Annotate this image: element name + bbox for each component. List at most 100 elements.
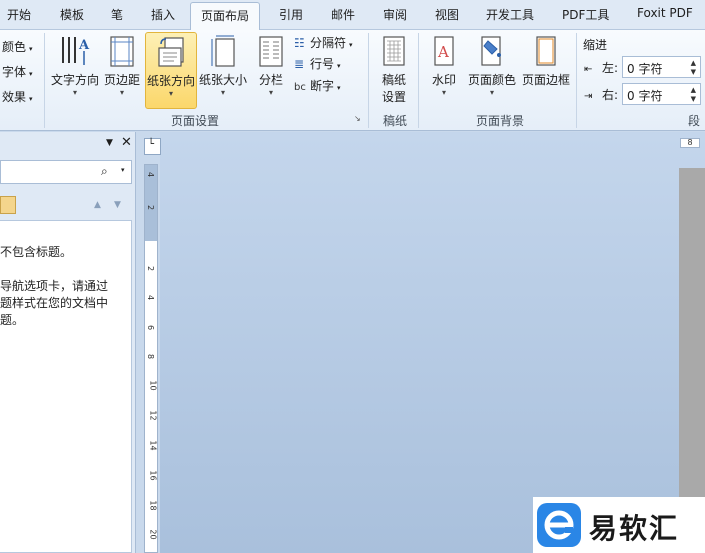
page-borders-icon xyxy=(536,36,556,66)
hyphenation-button[interactable]: bc 断字 ▾ xyxy=(294,77,341,95)
tab-review[interactable]: 审阅 xyxy=(383,6,407,24)
theme-colors-label: 颜色 xyxy=(2,40,27,54)
dropdown-arrow-icon: ▾ xyxy=(441,88,446,97)
dropdown-arrow-icon: ▾ xyxy=(220,88,225,97)
group-separator xyxy=(44,33,45,128)
margins-icon xyxy=(110,36,134,67)
spin-up-icon[interactable]: ▲ xyxy=(691,59,696,67)
line-numbers-icon: ≣ xyxy=(294,57,305,71)
brand-logo-icon xyxy=(537,503,581,547)
vertical-ruler[interactable]: 4 2 2 4 6 8 10 12 14 16 18 20 xyxy=(144,164,158,553)
navigation-search-input[interactable]: ⌕ ▾ xyxy=(0,160,132,184)
tab-home[interactable]: 开始 xyxy=(7,6,31,24)
theme-fonts-label: 字体 xyxy=(2,65,27,79)
ruler-tick: 4 xyxy=(146,171,156,178)
tab-developer[interactable]: 开发工具 xyxy=(486,6,534,24)
theme-colors-button[interactable]: 颜色 ▾ xyxy=(2,38,33,56)
spin-down-icon[interactable]: ▼ xyxy=(691,68,696,76)
orientation-button[interactable]: 纸张方向 ▾ xyxy=(145,32,197,109)
tab-pen[interactable]: 笔 xyxy=(111,6,123,24)
tab-templates[interactable]: 模板 xyxy=(60,6,84,24)
document-workspace xyxy=(160,132,705,553)
tab-selector-icon[interactable]: └ xyxy=(144,138,161,155)
breaks-icon: ☷ xyxy=(294,36,305,50)
ruler-tick: 6 xyxy=(146,324,156,331)
line-numbers-label: 行号 xyxy=(310,57,335,71)
tab-stop-icon: └ xyxy=(148,139,155,150)
page-setup-launcher-icon[interactable]: ↘ xyxy=(354,114,361,123)
hyphenation-label: 断字 xyxy=(310,79,335,93)
tab-pdf-tools[interactable]: PDF工具 xyxy=(562,6,609,24)
pane-menu-arrow-icon[interactable]: ▼ xyxy=(106,138,113,148)
tab-view[interactable]: 视图 xyxy=(435,6,459,24)
indent-right-spinner[interactable]: 0 字符 ▲ ▼ xyxy=(622,83,701,105)
watermark-label: 水印 xyxy=(431,73,456,87)
page-color-icon xyxy=(481,36,501,66)
search-dropdown-icon[interactable]: ▾ xyxy=(121,166,125,174)
columns-button[interactable]: 分栏 ▾ xyxy=(254,32,288,107)
nav-view-results-tab-icon[interactable] xyxy=(0,196,16,214)
text-direction-label: 文字方向 xyxy=(50,73,99,87)
indent-right-value: 0 字符 xyxy=(627,89,663,103)
dropdown-arrow-icon: ▾ xyxy=(29,70,33,78)
svg-text:A: A xyxy=(78,38,90,53)
columns-label: 分栏 xyxy=(258,73,283,87)
indent-right-icon: ⇥ xyxy=(584,91,593,102)
columns-icon xyxy=(259,36,283,67)
dropdown-arrow-icon: ▾ xyxy=(337,62,341,70)
breaks-button[interactable]: ☷ 分隔符 ▾ xyxy=(294,34,353,52)
spin-down-icon[interactable]: ▼ xyxy=(691,95,696,103)
ruler-tick: 12 xyxy=(148,410,158,421)
tab-foxit-pdf[interactable]: Foxit PDF xyxy=(637,6,693,24)
nav-message-line: 题样式在您的文档中 xyxy=(0,296,109,310)
group-separator xyxy=(368,33,369,128)
group-separator xyxy=(418,33,419,128)
indent-right-label-row: ⇥ 右: xyxy=(584,86,618,104)
watermark-button[interactable]: A 水印 ▾ xyxy=(426,32,462,107)
next-heading-icon[interactable]: ▼ xyxy=(114,200,121,210)
hyphenation-icon: bc xyxy=(294,82,306,93)
indent-left-spinner[interactable]: 0 字符 ▲ ▼ xyxy=(622,56,701,78)
dropdown-arrow-icon: ▾ xyxy=(29,95,33,103)
text-direction-button[interactable]: A 文字方向 ▾ xyxy=(50,32,100,107)
indent-left-label: 左: xyxy=(602,61,619,75)
page-background-group-label: 页面背景 xyxy=(475,114,524,128)
theme-fonts-button[interactable]: 字体 ▾ xyxy=(2,63,33,81)
tab-page-layout[interactable]: 页面布局 xyxy=(190,2,261,31)
theme-effects-button[interactable]: 效果 ▾ xyxy=(2,88,33,106)
navigation-pane: ▼ ✕ ⌕ ▾ ▲ ▼ 不包含标题。 导航选项卡，请通过 题样式在您的文档中 题… xyxy=(0,132,136,553)
horizontal-ruler-mark: 8 xyxy=(680,138,700,148)
page-color-button[interactable]: 页面颜色 ▾ xyxy=(466,32,518,107)
ruler-tick: 10 xyxy=(148,380,158,391)
orientation-label: 纸张方向 xyxy=(146,74,195,88)
ribbon: 颜色 ▾ 字体 ▾ 效果 ▾ A 文字方向 ▾ 页边距 ▾ 纸张方向 ▾ 纸张大… xyxy=(0,30,705,131)
page-borders-button[interactable]: 页面边框 xyxy=(520,32,572,107)
ribbon-tab-bar: 开始 模板 笔 插入 页面布局 引用 邮件 审阅 视图 开发工具 PDF工具 F… xyxy=(0,0,705,31)
tab-mailings[interactable]: 邮件 xyxy=(331,6,355,24)
close-icon[interactable]: ✕ xyxy=(121,135,132,150)
orientation-icon xyxy=(158,37,184,67)
ruler-tick: 14 xyxy=(148,440,158,451)
tab-references[interactable]: 引用 xyxy=(279,6,303,24)
watermark-icon: A xyxy=(434,36,454,66)
ruler-tick: 20 xyxy=(148,529,158,540)
dropdown-arrow-icon: ▾ xyxy=(349,41,353,49)
brand-name: 易软汇 xyxy=(589,512,680,545)
dropdown-arrow-icon: ▾ xyxy=(268,88,273,97)
spin-up-icon[interactable]: ▲ xyxy=(691,86,696,94)
brand-watermark: 易软汇 xyxy=(533,497,705,553)
paper-size-button[interactable]: 纸张大小 ▾ xyxy=(198,32,248,107)
brand-e-icon xyxy=(544,510,574,540)
manuscript-group-label: 稿纸 xyxy=(382,114,407,128)
navigation-content: 不包含标题。 导航选项卡，请通过 题样式在您的文档中 题。 xyxy=(0,220,132,553)
search-icon[interactable]: ⌕ xyxy=(101,164,108,179)
ruler-tick: 4 xyxy=(146,294,156,301)
line-numbers-button[interactable]: ≣ 行号 ▾ xyxy=(294,55,341,73)
margins-button[interactable]: 页边距 ▾ xyxy=(102,32,142,107)
tab-insert[interactable]: 插入 xyxy=(151,6,175,24)
manuscript-settings-button[interactable]: 稿纸 设置 xyxy=(374,32,414,107)
document-page-edge[interactable] xyxy=(679,168,705,553)
previous-heading-icon[interactable]: ▲ xyxy=(94,200,101,210)
manuscript-icon xyxy=(383,36,405,66)
ruler-tick: 2 xyxy=(146,265,156,272)
